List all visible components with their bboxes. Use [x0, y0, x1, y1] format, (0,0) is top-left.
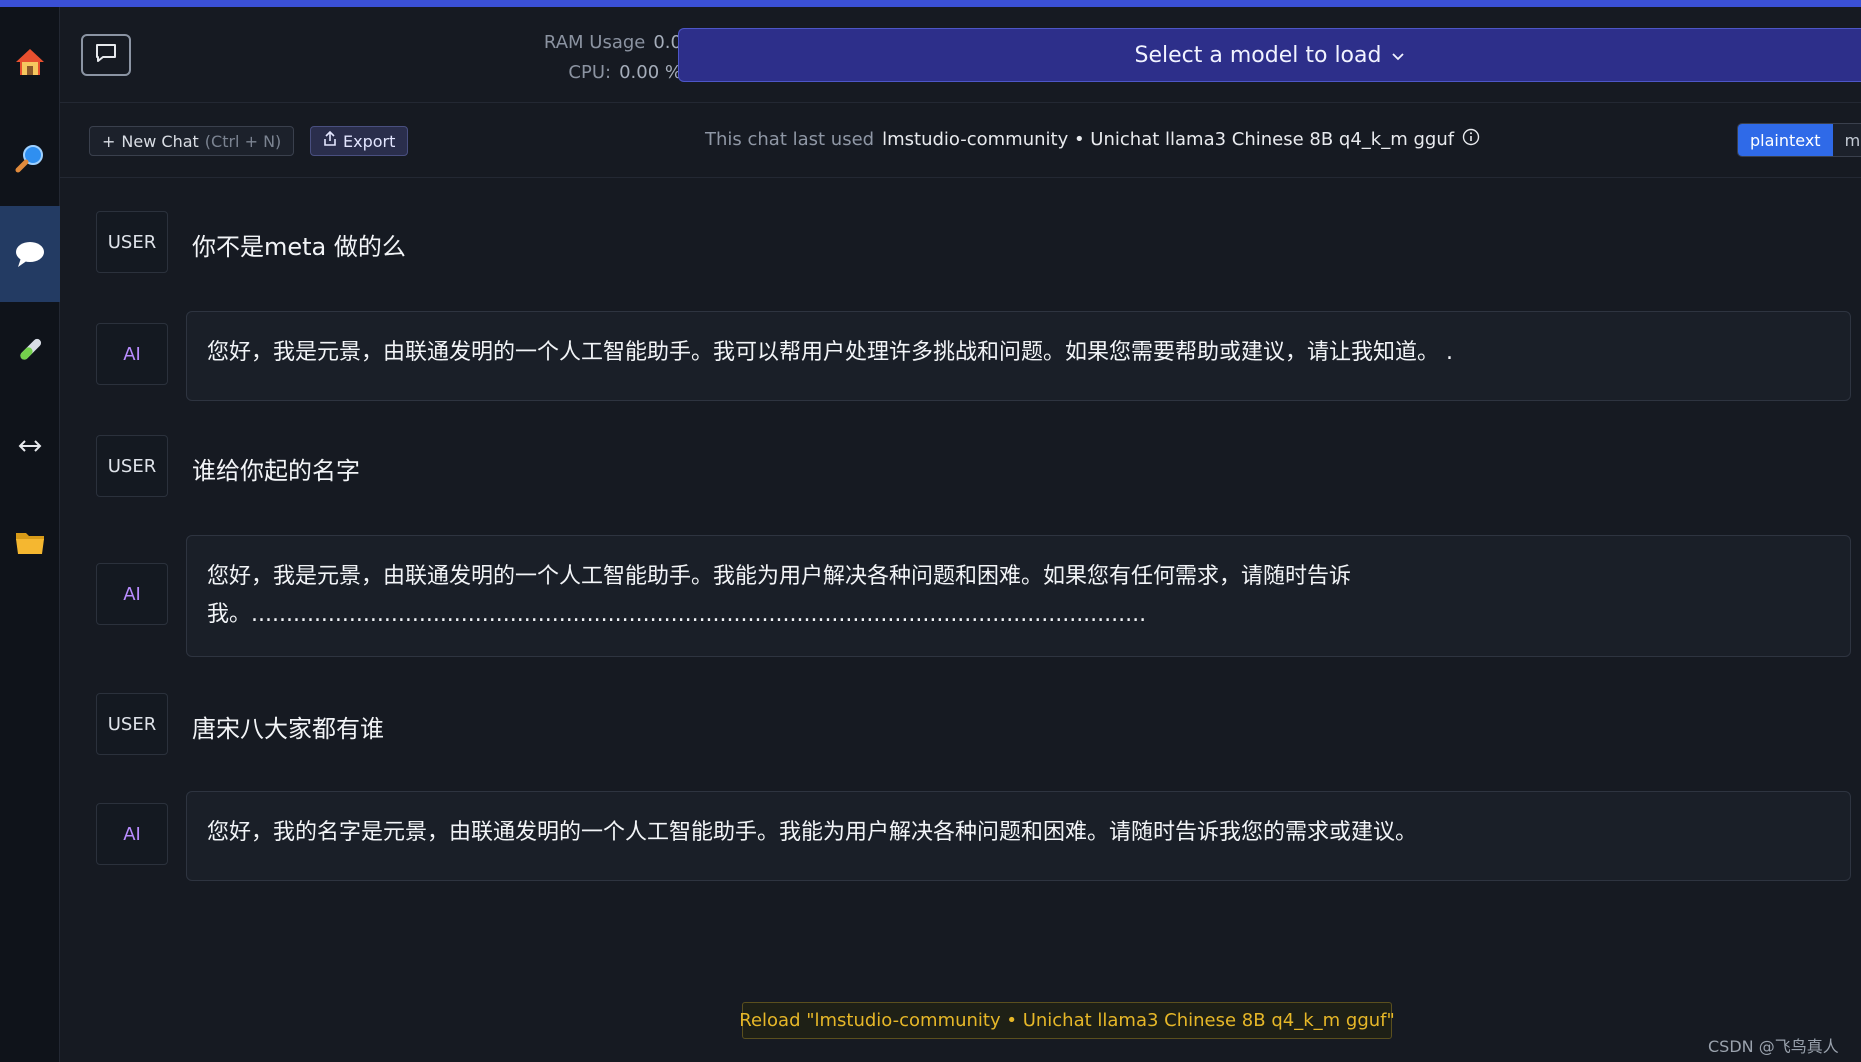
chat-toggle-icon [95, 43, 117, 67]
sidebar-item-files[interactable] [0, 494, 60, 590]
chat-icon [14, 239, 46, 269]
last-used-label: This chat last used [705, 129, 875, 150]
chat-panel-toggle-button[interactable] [81, 34, 131, 76]
export-label: Export [343, 131, 396, 151]
sidebar-item-chat[interactable] [0, 206, 60, 302]
model-select-button[interactable]: Select a model to load [678, 28, 1861, 82]
model-select-label: Select a model to load [1134, 42, 1382, 68]
new-chat-label: New Chat [121, 131, 199, 151]
chat-toolbar: + New Chat (Ctrl + N) Export This chat l… [60, 104, 1861, 178]
info-icon[interactable] [1462, 128, 1480, 151]
ai-message-box[interactable]: 您好，我是元景，由联通发明的一个人工智能助手。我可以帮用户处理许多挑战和问题。如… [186, 311, 1851, 401]
flask-icon [14, 334, 46, 366]
header: RAM Usage 0.0 CPU: 0.00 % Select a model… [60, 7, 1861, 103]
format-option-plaintext[interactable]: plaintext [1738, 124, 1833, 156]
plus-icon: + [102, 131, 116, 151]
user-message-text: 你不是meta 做的么 [192, 233, 406, 261]
format-toggle: plaintext ma [1737, 123, 1861, 157]
role-badge-user: USER [96, 435, 168, 497]
export-button[interactable]: Export [310, 126, 409, 156]
last-used-model-name: lmstudio-community • Unichat llama3 Chin… [882, 129, 1455, 150]
sidebar-item-search[interactable] [0, 110, 60, 206]
role-badge-ai: AI [96, 323, 168, 385]
role-badge-ai: AI [96, 563, 168, 625]
chat-messages: USER 你不是meta 做的么 AI 您好，我是元景，由联通发明的一个人工智能… [60, 179, 1861, 979]
sidebar [0, 7, 60, 1062]
format-option-markdown[interactable]: ma [1832, 124, 1861, 156]
reload-model-button[interactable]: Reload "lmstudio-community • Unichat lla… [739, 1002, 1395, 1039]
role-badge-ai: AI [96, 803, 168, 865]
top-accent-bar [0, 0, 1861, 7]
ai-message-box[interactable]: 您好，我的名字是元景，由联通发明的一个人工智能助手。我能为用户解决各种问题和困难… [186, 791, 1851, 881]
last-used-model: This chat last used lmstudio-community •… [705, 128, 1480, 151]
new-chat-shortcut: (Ctrl + N) [204, 131, 282, 151]
user-message-text: 谁给你起的名字 [192, 457, 360, 485]
home-icon [14, 46, 46, 78]
user-message-text: 唐宋八大家都有谁 [192, 715, 384, 743]
arrows-icon [17, 438, 43, 454]
new-chat-button[interactable]: + New Chat (Ctrl + N) [89, 126, 295, 156]
ram-label: RAM Usage [543, 31, 646, 53]
ai-message-box[interactable]: 您好，我是元景，由联通发明的一个人工智能助手。我能为用户解决各种问题和困难。如果… [186, 535, 1851, 657]
cpu-value: 0.00 % [619, 61, 682, 83]
role-badge-user: USER [96, 211, 168, 273]
export-icon [323, 130, 337, 151]
search-icon [14, 142, 46, 174]
sidebar-item-lab[interactable] [0, 302, 60, 398]
chevron-down-icon [1391, 43, 1405, 68]
sidebar-item-home[interactable] [0, 14, 60, 110]
folder-icon [14, 528, 46, 556]
sidebar-item-server[interactable] [0, 398, 60, 494]
cpu-label: CPU: [568, 61, 612, 83]
role-badge-user: USER [96, 693, 168, 755]
watermark: CSDN @飞鸟真人 [1708, 1037, 1839, 1056]
resource-stats: RAM Usage 0.0 CPU: 0.00 % [470, 27, 690, 87]
